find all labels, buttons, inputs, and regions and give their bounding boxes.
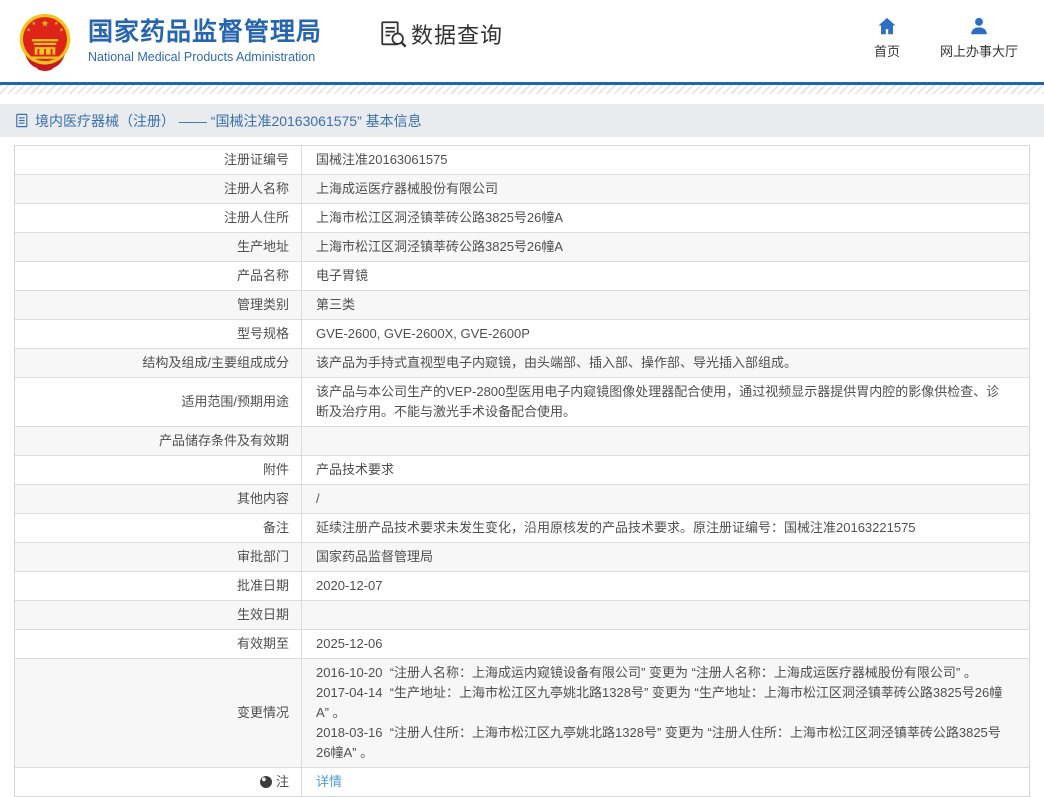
breadcrumb: 境内医疗器械（注册） —— “国械注准20163061575” 基本信息 — [0, 104, 1044, 137]
row-value: 详情 — [302, 768, 1029, 796]
row-value: 2025-12-06 — [302, 630, 1029, 658]
table-row: 注册人住所 上海市松江区洞泾镇莘砖公路3825号26幢A — [15, 204, 1029, 233]
change-line: 2018-03-16 “注册人住所：上海市松江区九亭姚北路1328号” 变更为 … — [316, 723, 1007, 763]
row-value: 2016-10-20 “注册人名称：上海成运内窥镜设备有限公司” 变更为 “注册… — [302, 659, 1029, 767]
table-row: 产品储存条件及有效期 — [15, 427, 1029, 456]
row-value: GVE-2600, GVE-2600X, GVE-2600P — [302, 320, 1029, 348]
row-label: 注册人住所 — [15, 204, 302, 232]
row-value: 延续注册产品技术要求未发生变化，沿用原核发的产品技术要求。原注册证编号：国械注准… — [302, 514, 1029, 542]
nav-home-label: 首页 — [874, 41, 900, 60]
table-row: 备注 延续注册产品技术要求未发生变化，沿用原核发的产品技术要求。原注册证编号：国… — [15, 514, 1029, 543]
table-row-change-history: 变更情况 2016-10-20 “注册人名称：上海成运内窥镜设备有限公司” 变更… — [15, 659, 1029, 768]
table-row: 产品名称 电子胃镜 — [15, 262, 1029, 291]
row-label: 生效日期 — [15, 601, 302, 629]
data-query-title: 数据查询 — [411, 18, 503, 50]
row-label: 审批部门 — [15, 543, 302, 571]
row-value: 该产品为手持式直视型电子内窥镜，由头端部、插入部、操作部、导光插入部组成。 — [302, 349, 1029, 377]
document-search-icon — [378, 19, 408, 49]
row-label: 批准日期 — [15, 572, 302, 600]
table-row: 管理类别 第三类 — [15, 291, 1029, 320]
row-label: 附件 — [15, 456, 302, 484]
row-label: 产品储存条件及有效期 — [15, 427, 302, 455]
svg-text:★: ★ — [54, 21, 59, 27]
row-value: 上海市松江区洞泾镇莘砖公路3825号26幢A — [302, 204, 1029, 232]
national-emblem-logo: ★ ★ ★ ★ ★ — [15, 11, 75, 71]
row-label: 有效期至 — [15, 630, 302, 658]
nav-service-hall[interactable]: 网上办事大厅 — [940, 15, 1018, 60]
row-value: / — [302, 485, 1029, 513]
row-value: 2020-12-07 — [302, 572, 1029, 600]
table-row: 有效期至 2025-12-06 — [15, 630, 1029, 659]
table-row: 生效日期 — [15, 601, 1029, 630]
row-label: 管理类别 — [15, 291, 302, 319]
org-name-cn: 国家药品监督管理局 — [88, 18, 322, 47]
change-line: 2016-10-20 “注册人名称：上海成运内窥镜设备有限公司” 变更为 “注册… — [316, 663, 1007, 683]
row-value: 产品技术要求 — [302, 456, 1029, 484]
org-name-en: National Medical Products Administration — [88, 50, 322, 64]
row-value: 该产品与本公司生产的VEP-2800型医用电子内窥镜图像处理器配合使用，通过视频… — [302, 378, 1029, 426]
row-label: 注册人名称 — [15, 175, 302, 203]
table-row: 审批部门 国家药品监督管理局 — [15, 543, 1029, 572]
national-emblem-icon: ★ ★ ★ ★ ★ — [15, 11, 75, 71]
row-label: 型号规格 — [15, 320, 302, 348]
row-value: 国械注准20163061575 — [302, 146, 1029, 174]
table-row: 结构及组成/主要组成成分 该产品为手持式直视型电子内窥镜，由头端部、插入部、操作… — [15, 349, 1029, 378]
table-row: 适用范围/预期用途 该产品与本公司生产的VEP-2800型医用电子内窥镜图像处理… — [15, 378, 1029, 427]
nav-home[interactable]: 首页 — [874, 15, 900, 60]
row-value: 上海市松江区洞泾镇莘砖公路3825号26幢A — [302, 233, 1029, 261]
details-link[interactable]: 详情 — [316, 772, 1007, 792]
svg-text:★: ★ — [41, 18, 49, 28]
row-label: 变更情况 — [15, 659, 302, 767]
row-value: 第三类 — [302, 291, 1029, 319]
table-row-note: 注 详情 — [15, 768, 1029, 796]
change-line: 2017-04-14 “生产地址：上海市松江区九亭姚北路1328号” 变更为 “… — [316, 683, 1007, 723]
row-label: 适用范围/预期用途 — [15, 378, 302, 426]
table-row: 注册人名称 上海成运医疗器械股份有限公司 — [15, 175, 1029, 204]
svg-text:★: ★ — [31, 21, 36, 27]
table-row: 注册证编号 国械注准20163061575 — [15, 146, 1029, 175]
row-label: 生产地址 — [15, 233, 302, 261]
nav-service-hall-label: 网上办事大厅 — [940, 41, 1018, 60]
org-title-block: 国家药品监督管理局 National Medical Products Admi… — [88, 18, 322, 64]
row-value — [302, 601, 1029, 629]
document-icon — [15, 113, 35, 128]
table-row: 附件 产品技术要求 — [15, 456, 1029, 485]
table-row: 其他内容 / — [15, 485, 1029, 514]
row-label: 其他内容 — [15, 485, 302, 513]
svg-text:★: ★ — [26, 28, 31, 34]
home-icon — [876, 15, 898, 37]
user-icon — [968, 15, 990, 37]
note-label: 注 — [276, 772, 289, 792]
row-value: 国家药品监督管理局 — [302, 543, 1029, 571]
table-row: 型号规格 GVE-2600, GVE-2600X, GVE-2600P — [15, 320, 1029, 349]
header-nav: 首页 网上办事大厅 — [874, 15, 1018, 60]
row-value: 上海成运医疗器械股份有限公司 — [302, 175, 1029, 203]
row-label: 产品名称 — [15, 262, 302, 290]
breadcrumb-text: 境内医疗器械（注册） —— “国械注准20163061575” 基本信息 — [35, 111, 422, 131]
row-label: 备注 — [15, 514, 302, 542]
table-row: 批准日期 2020-12-07 — [15, 572, 1029, 601]
page-header: ★ ★ ★ ★ ★ 国家药品监督管理局 National Medical Pro… — [0, 0, 1044, 82]
row-label: 注 — [15, 768, 302, 796]
registration-info-table: 注册证编号 国械注准20163061575 注册人名称 上海成运医疗器械股份有限… — [14, 145, 1030, 797]
note-icon — [260, 776, 272, 788]
data-query-section: 数据查询 — [378, 18, 503, 50]
table-row: 生产地址 上海市松江区洞泾镇莘砖公路3825号26幢A — [15, 233, 1029, 262]
row-label: 结构及组成/主要组成成分 — [15, 349, 302, 377]
row-label: 注册证编号 — [15, 146, 302, 174]
row-value: 电子胃镜 — [302, 262, 1029, 290]
svg-text:★: ★ — [59, 28, 64, 34]
row-value — [302, 427, 1029, 455]
header-hatch-band — [0, 85, 1044, 94]
